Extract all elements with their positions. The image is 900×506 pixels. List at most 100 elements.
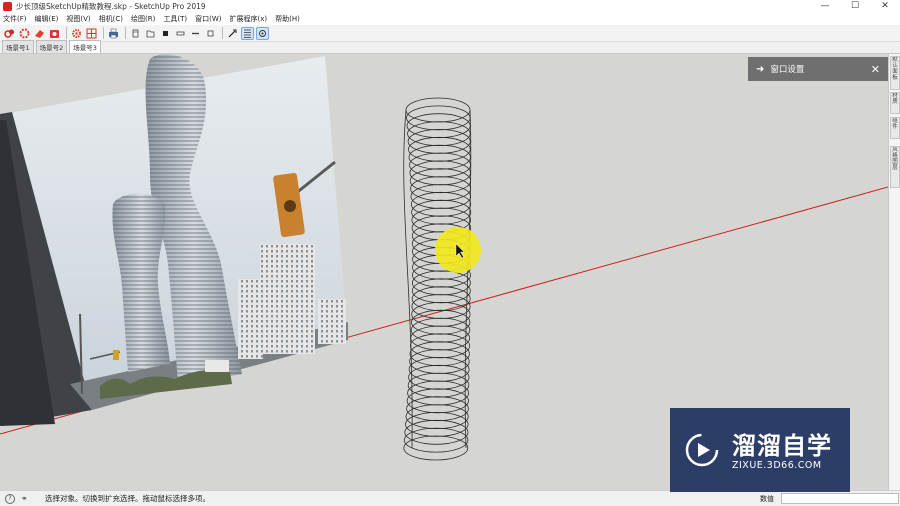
- front-view-icon[interactable]: [159, 27, 172, 40]
- menu-draw[interactable]: 绘图(R): [128, 14, 160, 24]
- menu-window[interactable]: 窗口(W): [192, 14, 226, 24]
- menu-help[interactable]: 帮助(H): [272, 14, 305, 24]
- left-view-icon[interactable]: [204, 27, 217, 40]
- tower-floor-ring: [406, 396, 469, 422]
- help-circle-icon[interactable]: ?: [5, 493, 15, 504]
- menu-view[interactable]: 视图(V): [63, 14, 95, 24]
- tower-floor-ring: [408, 136, 471, 162]
- tower-floor-ring: [405, 411, 469, 437]
- watermark-title: 溜溜自学: [732, 432, 832, 460]
- toolbar-separator: [66, 27, 67, 39]
- back-view-icon[interactable]: [189, 27, 202, 40]
- tower-floor-ring: [406, 105, 471, 131]
- tower-floor-ring: [409, 341, 470, 367]
- user-icon[interactable]: ⚭: [21, 494, 31, 504]
- sketchup-logo-icon: [3, 2, 12, 11]
- right-view-icon[interactable]: [174, 27, 187, 40]
- tower-floor-ring: [409, 160, 471, 186]
- tower-floor-ring: [407, 380, 470, 406]
- measurements-input[interactable]: [781, 493, 899, 504]
- tower-floor-ring: [407, 372, 470, 398]
- tower-floor-ring: [405, 404, 469, 430]
- watermark-badge: 溜溜自学 ZIXUE.3D66.COM: [670, 408, 850, 492]
- tray-title: 窗口设置: [770, 65, 805, 75]
- close-window-button[interactable]: ✕: [870, 0, 900, 13]
- tower-floor-ring: [406, 388, 469, 414]
- print-icon[interactable]: [107, 27, 120, 40]
- tower-floor-ring: [411, 270, 471, 296]
- menu-tools[interactable]: 工具(T): [160, 14, 192, 24]
- toolbar-separator: [222, 27, 223, 39]
- reference-photo-image: [0, 54, 348, 426]
- axes-icon[interactable]: [226, 27, 239, 40]
- right-tray-strip: 默认面板 材质 组件 风格图层: [888, 54, 900, 490]
- tower-floor-ring: [407, 121, 471, 146]
- tower-floor-ring: [411, 301, 471, 327]
- window-title: 少长顶级SketchUp精致教程.skp - SketchUp Pro 2019: [16, 2, 206, 11]
- tray-tab-default[interactable]: 默认面板: [890, 56, 900, 90]
- play-logo-icon: [685, 433, 719, 467]
- scene-tab-1[interactable]: 场景号1: [2, 40, 34, 53]
- tower-floor-ring: [409, 168, 471, 194]
- tower-floor-ring: [409, 333, 470, 359]
- tower-floor-ring: [406, 113, 471, 139]
- tower-floor-ring: [403, 427, 469, 453]
- tower-floor-ring: [410, 325, 471, 351]
- tower-floor-ring: [411, 278, 471, 304]
- tower-floor-ring: [410, 317, 471, 343]
- select-icon[interactable]: [3, 27, 16, 40]
- tower-floor-ring: [409, 152, 471, 178]
- eraser-icon[interactable]: [33, 27, 46, 40]
- title-bar: 少长顶级SketchUp精致教程.skp - SketchUp Pro 2019…: [0, 0, 900, 13]
- status-message: 选择对象。切换到扩充选择。拖动鼠标选择多项。: [45, 494, 210, 503]
- xray-icon[interactable]: [241, 26, 254, 40]
- tower-floor-ring: [409, 349, 470, 374]
- gear-icon[interactable]: [70, 27, 83, 40]
- camera-icon[interactable]: [48, 27, 61, 40]
- tower-floor-ring: [403, 435, 469, 461]
- tower-floor-ring: [410, 184, 471, 209]
- toolbar-separator: [103, 27, 104, 39]
- iso-view-icon[interactable]: [129, 27, 142, 40]
- tower-floor-ring: [408, 356, 470, 382]
- toolbar-separator: [125, 27, 126, 39]
- menu-bar: 文件(F) 编辑(E) 视图(V) 相机(C) 绘图(R) 工具(T) 窗口(W…: [0, 13, 900, 25]
- menu-camera[interactable]: 相机(C): [96, 14, 128, 24]
- menu-edit[interactable]: 编辑(E): [32, 14, 64, 24]
- tower-floor-ring: [404, 419, 469, 445]
- minimize-button[interactable]: —: [810, 0, 840, 13]
- tray-tab-materials[interactable]: 材质: [890, 92, 900, 114]
- tray-tab-components[interactable]: 组件: [890, 117, 900, 139]
- tower-floor-ring: [410, 191, 472, 217]
- tower-floor-ring: [408, 364, 470, 390]
- arrow-right-icon: ➜: [756, 63, 765, 75]
- scene-tab-3[interactable]: 场景号3: [69, 40, 101, 53]
- paint-icon[interactable]: [18, 27, 31, 40]
- tower-floor-ring: [408, 144, 471, 170]
- window-controls: — ☐ ✕: [810, 0, 900, 13]
- top-view-icon[interactable]: [144, 27, 157, 40]
- window-settings-tray-header[interactable]: ➜ 窗口设置 ✕: [748, 57, 888, 81]
- shadow-icon[interactable]: [256, 26, 269, 40]
- tower-floor-ring: [405, 97, 471, 123]
- cursor-highlight: [435, 227, 481, 273]
- measurements-label: 数值: [760, 495, 774, 503]
- tower-floor-ring: [411, 294, 471, 319]
- tray-tab-styles[interactable]: 风格图层: [890, 146, 900, 188]
- menu-extensions[interactable]: 扩展程序(x): [226, 14, 272, 24]
- tower-floor-ring: [411, 199, 472, 225]
- scene-tabs-bar: 场景号1 场景号2 场景号3: [0, 40, 900, 54]
- tower-floor-ring: [411, 286, 471, 312]
- menu-file[interactable]: 文件(F): [0, 14, 32, 24]
- scene-tab-2[interactable]: 场景号2: [35, 40, 68, 53]
- grid-icon[interactable]: [85, 27, 98, 40]
- tower-outline-right: [464, 109, 472, 449]
- close-icon[interactable]: ✕: [871, 63, 880, 76]
- main-toolbar: [0, 25, 900, 42]
- maximize-button[interactable]: ☐: [840, 0, 870, 13]
- watermark-subtitle: ZIXUE.3D66.COM: [732, 460, 822, 471]
- tower-floor-ring: [411, 309, 471, 335]
- status-bar: ? ⚭ 选择对象。切换到扩充选择。拖动鼠标选择多项。 数值: [0, 490, 900, 506]
- tower-floor-ring: [410, 176, 472, 202]
- tower-model-wireframe: [403, 97, 472, 461]
